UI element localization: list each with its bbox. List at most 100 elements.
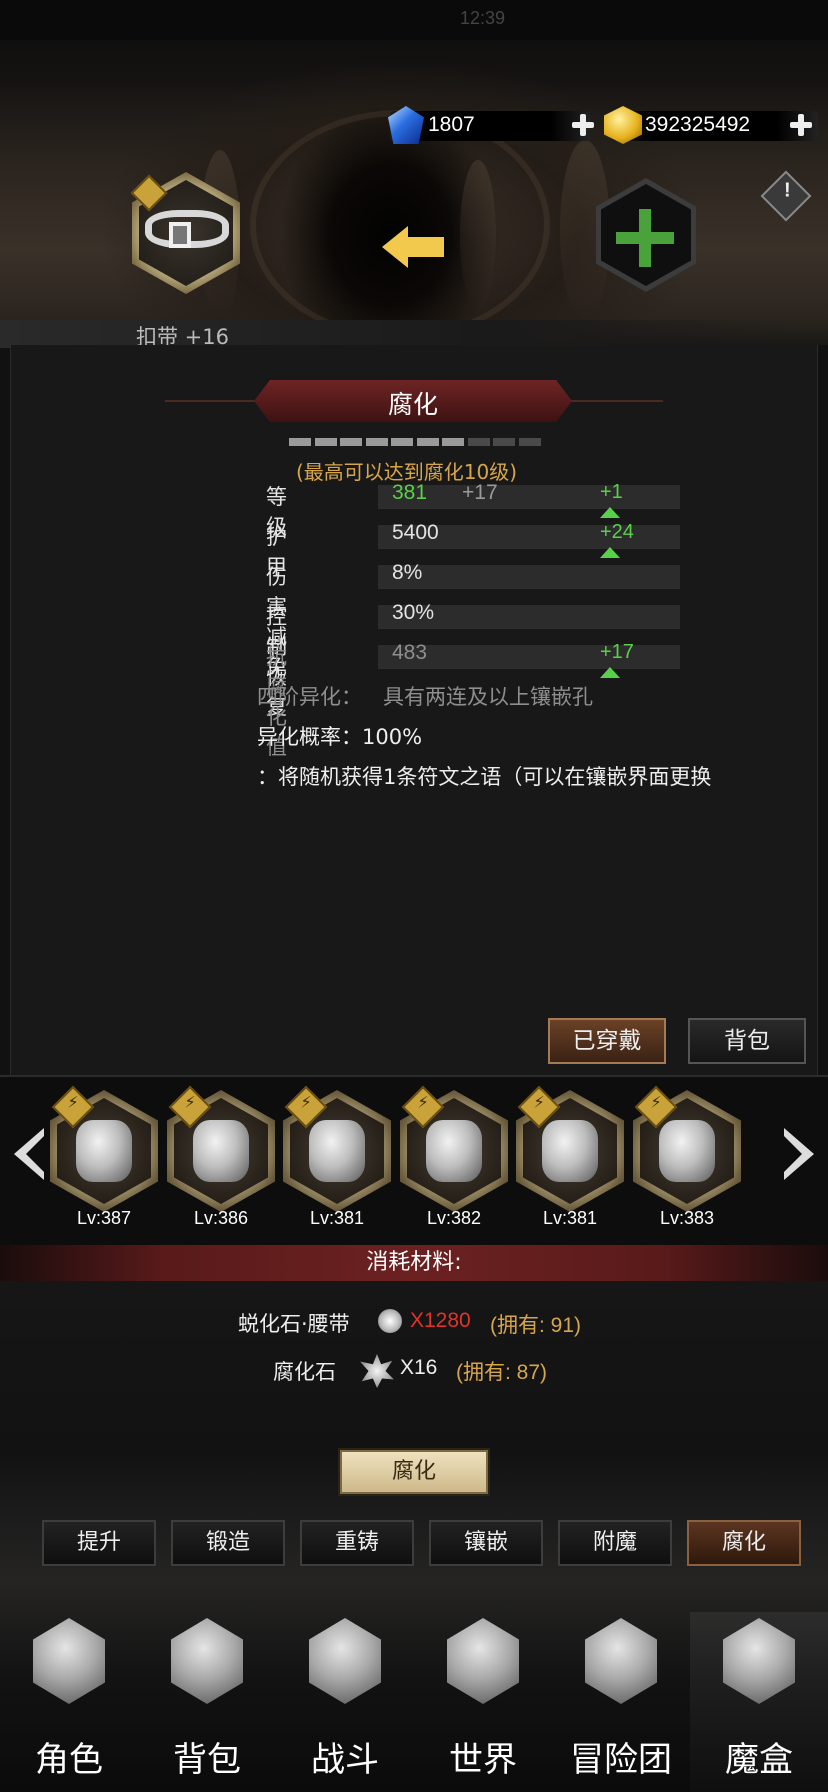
stat-value: 30%	[392, 601, 435, 624]
gold-value: 392325492	[645, 113, 751, 136]
equipment-slot-armor[interactable]	[50, 1085, 158, 1212]
nav-label: 魔盒	[725, 1740, 793, 1780]
material-1-qty: X1280	[410, 1309, 471, 1332]
swords-icon	[309, 1618, 381, 1704]
left-arrow-icon[interactable]	[382, 226, 444, 268]
tab-2[interactable]: 重铸	[300, 1520, 414, 1566]
status-time: 12:39	[460, 8, 506, 28]
progress-segment	[442, 438, 464, 446]
mutation-requirement: 具有两连及以上镶嵌孔	[383, 685, 593, 709]
equipment-name-bar	[0, 320, 800, 348]
material-1-owned: (拥有: 91)	[490, 1314, 582, 1337]
nav-item-1[interactable]: 背包	[138, 1612, 276, 1792]
corruption-progress	[289, 438, 541, 446]
equipment-slot-cloak[interactable]	[633, 1085, 741, 1212]
add-gems-button[interactable]	[570, 112, 596, 138]
equipment-level: Lv:381	[309, 1208, 365, 1228]
corrupt-action-button[interactable]: 腐化	[340, 1450, 488, 1494]
materials-title-bar: 消耗材料:	[0, 1245, 828, 1281]
nav-label: 战斗	[311, 1740, 379, 1780]
nav-label: 角色	[35, 1740, 103, 1780]
tab-3[interactable]: 镶嵌	[429, 1520, 543, 1566]
map-icon	[447, 1618, 519, 1704]
corrupt-action-label: 腐化	[391, 1459, 436, 1484]
material-2-owned: (拥有: 87)	[456, 1361, 548, 1384]
cube-icon	[723, 1618, 795, 1704]
tab-1[interactable]: 锻造	[171, 1520, 285, 1566]
stat-value: 8%	[392, 561, 423, 584]
progress-segment	[365, 438, 388, 446]
amulet-icon	[426, 1120, 482, 1182]
up-arrow-icon	[600, 547, 620, 559]
stat-increase-value: +17	[600, 641, 634, 663]
belt-icon	[542, 1120, 598, 1182]
materials-title: 消耗材料:	[366, 1250, 462, 1275]
helmet-icon	[33, 1618, 105, 1704]
armor-icon	[76, 1120, 132, 1182]
nav-label: 背包	[173, 1740, 241, 1780]
equipment-slot-boots[interactable]	[283, 1085, 391, 1212]
backpack-icon	[171, 1618, 243, 1704]
stat-bonus: +17	[462, 481, 498, 504]
stat-increase-value: +24	[600, 521, 634, 543]
progress-segment	[416, 438, 439, 446]
progress-segment	[493, 438, 515, 446]
progress-segment	[314, 438, 337, 446]
mutation-rate: 异化概率：100%	[257, 725, 423, 749]
equipment-level: Lv:382	[426, 1208, 482, 1228]
cloak-icon	[659, 1120, 715, 1182]
boots-icon	[309, 1120, 365, 1182]
nav-item-5[interactable]: 魔盒	[690, 1612, 828, 1792]
material-2-name: 腐化石	[273, 1360, 336, 1384]
helmet-icon	[193, 1120, 249, 1182]
gem-value: 1807	[428, 113, 475, 136]
stat-increase: +17	[600, 641, 634, 687]
cave-stalactite	[460, 160, 496, 310]
equipment-level: Lv:381	[542, 1208, 598, 1228]
castle-icon	[585, 1618, 657, 1704]
stat-value: 381	[392, 481, 428, 504]
equipment-slot-amulet[interactable]	[400, 1085, 508, 1212]
equipment-slot-belt[interactable]	[516, 1085, 624, 1212]
stat-bar	[378, 565, 680, 589]
equipment-level: Lv:387	[76, 1208, 132, 1228]
up-arrow-icon	[600, 667, 620, 679]
tab-0[interactable]: 提升	[42, 1520, 156, 1566]
panel-title: 腐化	[387, 390, 438, 419]
stat-increase-value: +1	[600, 481, 623, 503]
up-arrow-icon	[600, 507, 620, 519]
nav-item-2[interactable]: 战斗	[276, 1612, 414, 1792]
material-1-name: 蜕化石·腰带	[238, 1312, 350, 1336]
equipment-slot-helmet[interactable]	[167, 1085, 275, 1212]
progress-segment	[518, 438, 541, 446]
evolution-stone-icon	[378, 1309, 402, 1333]
tab-5[interactable]: 腐化	[687, 1520, 801, 1566]
stat-value: 483	[392, 641, 428, 664]
equipment-level: Lv:383	[659, 1208, 715, 1228]
plus-icon-vertical	[639, 209, 651, 267]
mutation-stage: 四阶异化：	[257, 685, 362, 709]
mutation-description: ：将随机获得1条符文之语（可以在镶嵌界面更换	[257, 765, 712, 789]
equipped-button[interactable]: 已穿戴	[548, 1018, 666, 1064]
material-2-qty: X16	[400, 1356, 438, 1379]
nav-label: 冒险团	[570, 1740, 672, 1780]
nav-item-4[interactable]: 冒险团	[552, 1612, 690, 1792]
next-arrow-icon[interactable]	[780, 1128, 818, 1180]
add-gold-button[interactable]	[788, 112, 814, 138]
tab-4[interactable]: 附魔	[558, 1520, 672, 1566]
nav-item-0[interactable]: 角色	[0, 1612, 138, 1792]
progress-segment	[340, 438, 362, 446]
belt-buckle-icon	[169, 222, 191, 248]
stat-increase: +24	[600, 521, 634, 567]
nav-label: 世界	[449, 1740, 517, 1780]
cave-arch	[250, 110, 550, 340]
progress-segment	[391, 438, 413, 446]
status-bar: 12:39	[0, 0, 828, 40]
progress-segment	[289, 438, 311, 446]
progress-segment	[467, 438, 490, 446]
equipment-level: Lv:386	[193, 1208, 249, 1228]
stat-value: 5400	[392, 521, 439, 544]
nav-item-3[interactable]: 世界	[414, 1612, 552, 1792]
bag-button[interactable]: 背包	[688, 1018, 806, 1064]
prev-arrow-icon[interactable]	[10, 1128, 48, 1180]
